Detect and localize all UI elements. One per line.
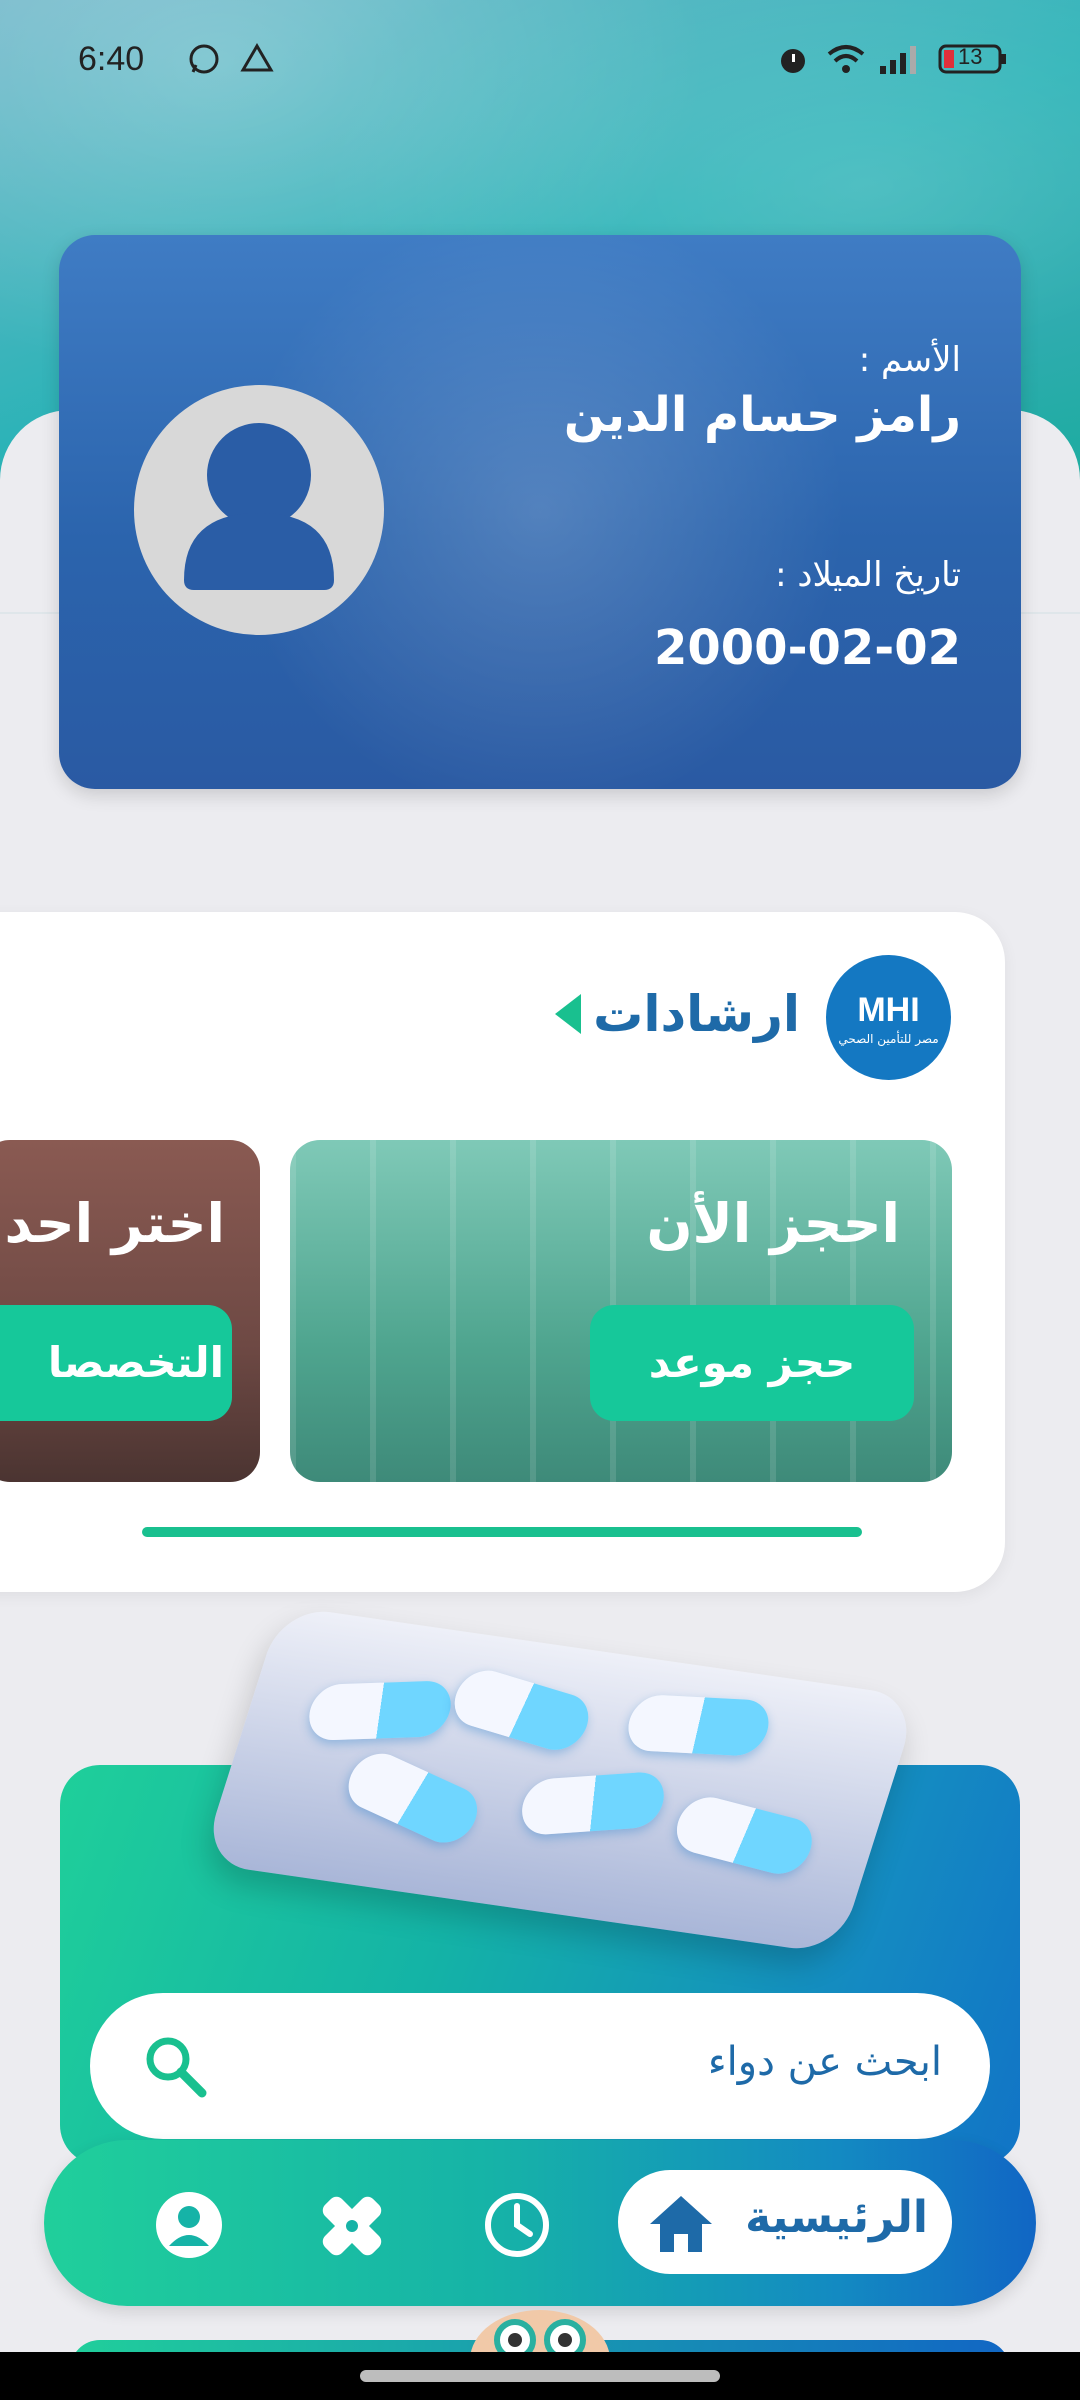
dob-label: تاريخ الميلاد : [775,555,961,595]
medical-icon[interactable] [316,2190,388,2266]
signal-icon [878,42,918,80]
bottom-navigation: الرئيسية [44,2140,1036,2306]
slide-title: اختر احد ال [0,1192,225,1255]
name-label: الأسم : [858,340,961,380]
carousel-indicator [142,1527,862,1537]
name-value: رامز حسام الدين [563,387,961,443]
slide-book-now[interactable]: احجز الأن حجز موعد [290,1140,952,1482]
battery-level: 13 [958,44,983,69]
alarm-icon [776,42,810,80]
mhi-logo: MHI مصر للتأمين الصحي [826,955,951,1080]
history-icon[interactable] [482,2190,552,2264]
book-appointment-button[interactable]: حجز موعد [590,1305,914,1421]
slide-choose-specialty[interactable]: اختر احد ال التخصصا [0,1140,260,1482]
medicine-search-input[interactable]: ابحث عن دواء [90,1993,990,2139]
wifi-icon [826,42,866,80]
avatar [134,385,384,635]
tips-title: ارشادات [593,985,800,1043]
logo-text: MHI [857,991,920,1029]
user-icon [184,423,334,590]
nav-home-label: الرئيسية [745,2192,928,2243]
status-bar: 6:40 13 [0,40,1080,84]
search-icon[interactable] [140,2031,210,2105]
drive-icon [240,42,274,80]
status-time: 6:40 [78,40,145,78]
logo-subtext: مصر للتأمين الصحي [838,1032,939,1046]
insurance-id-card: الأسم : رامز حسام الدين تاريخ الميلاد : … [59,235,1021,789]
home-icon [646,2192,716,2258]
dob-value: 2000-02-02 [653,620,961,676]
whatsapp-icon [187,42,221,80]
nav-home[interactable]: الرئيسية [618,2170,952,2274]
search-placeholder: ابحث عن دواء [707,2039,942,2085]
slide-title: احجز الأن [646,1192,900,1255]
chevron-left-icon[interactable] [555,994,581,1034]
profile-icon[interactable] [154,2190,224,2264]
specialties-button[interactable]: التخصصا [0,1305,232,1421]
gesture-handle[interactable] [360,2370,720,2382]
